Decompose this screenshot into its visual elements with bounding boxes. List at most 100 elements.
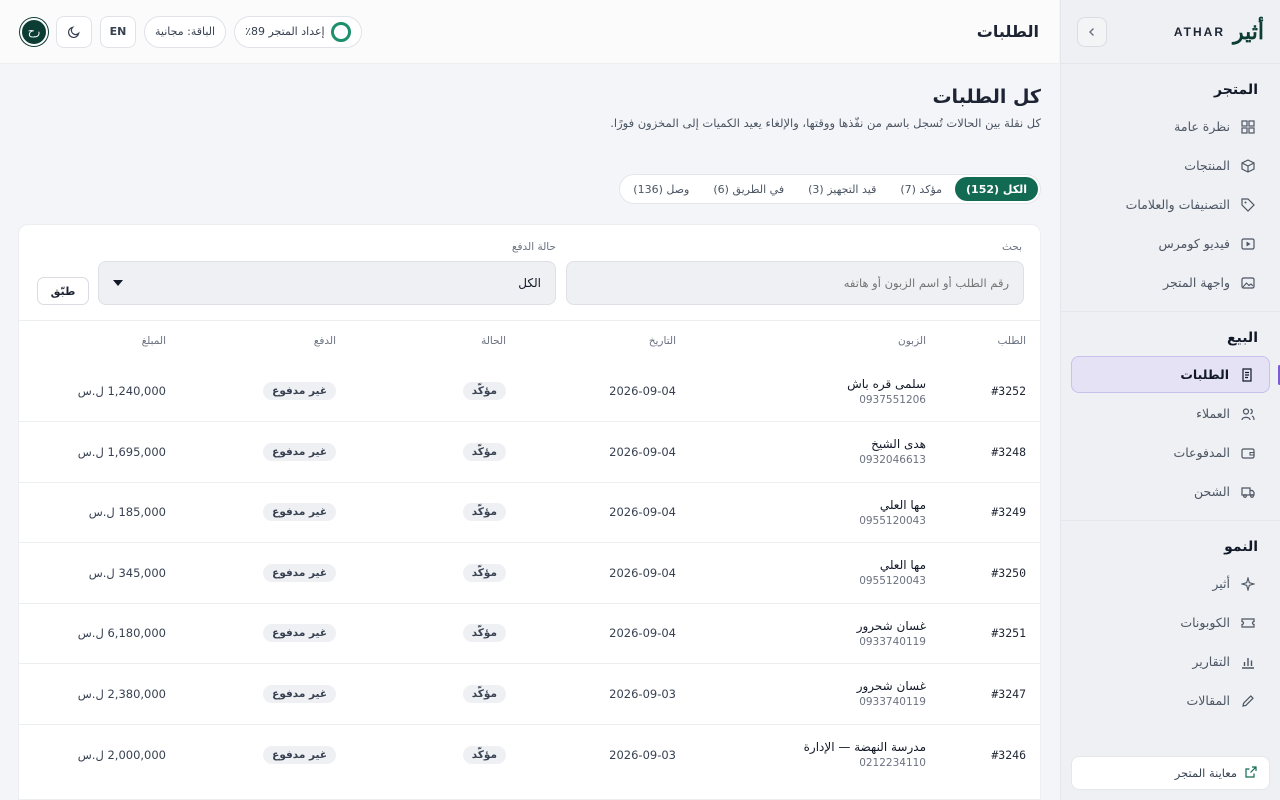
- customer-phone: 0955120043: [859, 575, 926, 588]
- plan-label: الباقة: مجانية: [155, 25, 216, 38]
- apply-filter-button[interactable]: طبّق: [37, 277, 89, 305]
- sidebar-item-athar-ai[interactable]: أثير: [1071, 565, 1270, 602]
- video-icon: [1240, 236, 1256, 252]
- tab-delivered[interactable]: وصل (136): [622, 177, 700, 201]
- customer-name: مدرسة النهضة — الإدارة: [803, 740, 926, 754]
- tab-preparing[interactable]: قيد التجهيز (3): [797, 177, 887, 201]
- sidebar-item-label: المدفوعات: [1173, 445, 1230, 460]
- box-icon: [1240, 158, 1256, 174]
- order-id[interactable]: #3246: [991, 748, 1026, 762]
- sidebar-item-storefront[interactable]: واجهة المتجر: [1071, 264, 1270, 301]
- store-setup-label: إعداد المتجر 89٪: [245, 25, 325, 38]
- order-date: 2026-09-04: [609, 384, 676, 398]
- status-tabs: الكل (152) مؤكد (7) قيد التجهيز (3) في ا…: [619, 174, 1041, 204]
- sidebar-item-categories[interactable]: التصنيفات والعلامات: [1071, 186, 1270, 223]
- payment-badge: غير مدفوع: [263, 624, 336, 643]
- customer-phone: 0933740119: [859, 696, 926, 709]
- sidebar-item-video-commerce[interactable]: فيديو كومرس: [1071, 225, 1270, 262]
- collapse-sidebar-button[interactable]: [1077, 16, 1107, 47]
- wallet-icon: [1240, 445, 1256, 461]
- sidebar-item-overview[interactable]: نظرة عامة: [1071, 108, 1270, 145]
- column-header-customer[interactable]: الزبون: [690, 321, 940, 361]
- sidebar-item-shipping[interactable]: الشحن: [1071, 473, 1270, 510]
- page-title: الطلبات: [976, 22, 1039, 41]
- user-avatar[interactable]: رح: [20, 17, 48, 46]
- preview-store-button[interactable]: معاينة المتجر: [1071, 756, 1270, 790]
- brand-logo[interactable]: أثير ATHAR: [1174, 19, 1264, 45]
- main-content: كل الطلبات كل نقلة بين الحالات تُسجل باس…: [0, 64, 1059, 800]
- sparkle-icon: [1240, 576, 1256, 592]
- sidebar-section-growth: النمو أثير الكوبونات التقارير المقالات: [1061, 520, 1280, 729]
- sidebar-item-label: التصنيفات والعلامات: [1125, 197, 1230, 212]
- search-input[interactable]: [581, 276, 1009, 290]
- order-id[interactable]: #3250: [991, 566, 1026, 580]
- order-date: 2026-09-03: [609, 686, 676, 701]
- sidebar-item-label: فيديو كومرس: [1158, 236, 1230, 251]
- language-toggle-button[interactable]: EN: [100, 15, 136, 48]
- column-header-date[interactable]: التاريخ: [520, 321, 690, 361]
- order-id[interactable]: #3247: [991, 687, 1026, 701]
- customer-phone: 0212234110: [859, 757, 926, 769]
- sidebar-item-payments[interactable]: المدفوعات: [1071, 434, 1270, 471]
- table-row[interactable]: #3247 غسان شحرور 0933740119 2026-09-03 مؤ…: [19, 663, 1040, 724]
- sidebar-item-label: أثير: [1212, 576, 1230, 591]
- column-header-status[interactable]: الحالة: [350, 321, 520, 361]
- moon-icon: [67, 26, 80, 38]
- receipt-icon: [1239, 367, 1255, 383]
- theme-toggle-button[interactable]: [56, 15, 92, 48]
- customer-phone: 0955120043: [859, 514, 926, 527]
- plan-badge[interactable]: الباقة: مجانية: [144, 15, 227, 48]
- sidebar-item-label: المنتجات: [1184, 158, 1230, 173]
- order-id[interactable]: #3251: [991, 626, 1026, 640]
- sidebar-item-label: نظرة عامة: [1174, 119, 1230, 134]
- column-header-amount[interactable]: المبلغ: [19, 321, 180, 361]
- tab-all[interactable]: الكل (152): [955, 177, 1038, 201]
- table-row[interactable]: #3252 سلمى قره باش 0937551206 2026-09-04 …: [19, 361, 1040, 422]
- sidebar-header: أثير ATHAR: [1061, 0, 1280, 64]
- store-setup-progress[interactable]: إعداد المتجر 89٪: [234, 15, 362, 48]
- page-heading: كل الطلبات: [932, 86, 1041, 108]
- sidebar-item-coupons[interactable]: الكوبونات: [1071, 604, 1270, 641]
- sidebar-item-customers[interactable]: العملاء: [1071, 395, 1270, 432]
- status-badge: مؤكّد: [462, 503, 506, 522]
- order-id[interactable]: #3248: [991, 445, 1026, 459]
- table-row[interactable]: #3248 هدى الشيخ 0932046613 2026-09-04 مؤك…: [19, 421, 1040, 482]
- sidebar-item-label: الشحن: [1193, 484, 1230, 499]
- order-id[interactable]: #3252: [991, 384, 1026, 398]
- sidebar-item-orders[interactable]: الطلبات: [1071, 356, 1280, 393]
- table-row[interactable]: #3250 مها العلي 0955120043 2026-09-04 مؤك…: [19, 542, 1040, 603]
- tab-confirmed[interactable]: مؤكد (7): [889, 177, 953, 201]
- sidebar-item-products[interactable]: المنتجات: [1071, 147, 1270, 184]
- column-header-payment[interactable]: الدفع: [180, 321, 350, 361]
- customer-phone: 0937551206: [859, 393, 926, 406]
- users-icon: [1240, 406, 1256, 422]
- ticket-icon: [1240, 615, 1256, 631]
- customer-name: مها العلي: [879, 497, 926, 512]
- sidebar-item-label: العملاء: [1196, 406, 1230, 421]
- payment-badge: غير مدفوع: [263, 503, 336, 522]
- sidebar-item-articles[interactable]: المقالات: [1071, 682, 1270, 719]
- pencil-icon: [1240, 693, 1256, 709]
- sidebar-item-label: واجهة المتجر: [1163, 275, 1230, 290]
- status-badge: مؤكّد: [462, 563, 506, 582]
- sidebar-item-reports[interactable]: التقارير: [1071, 643, 1270, 680]
- table-row[interactable]: #3249 مها العلي 0955120043 2026-09-04 مؤك…: [19, 481, 1040, 543]
- payment-status-label: حالة الدفع: [511, 241, 556, 253]
- topbar: الطلبات إعداد المتجر 89٪ الباقة: مجانية …: [0, 0, 1059, 64]
- page-subtitle: كل نقلة بين الحالات تُسجل باسم من نفّذها…: [610, 116, 1041, 130]
- chevron-left-icon: [1089, 27, 1094, 36]
- sidebar-item-label: الكوبونات: [1180, 615, 1230, 630]
- tab-in-transit[interactable]: في الطريق (6): [702, 177, 795, 201]
- topbar-actions: إعداد المتجر 89٪ الباقة: مجانية EN رح: [20, 15, 362, 48]
- table-row[interactable]: #3251 غسان شحرور 0933740119 2026-09-04 مؤ…: [19, 602, 1040, 664]
- sidebar-section-title: النمو: [1224, 539, 1258, 555]
- column-header-order[interactable]: الطلب: [940, 321, 1040, 361]
- sidebar-item-label: المقالات: [1186, 693, 1230, 708]
- customer-name: غسان شحرور: [856, 618, 926, 633]
- order-id[interactable]: #3249: [991, 505, 1026, 519]
- table-row[interactable]: #3246 مدرسة النهضة — الإدارة 0212234110 2…: [19, 723, 1040, 785]
- sidebar-section-sales: البيع الطلبات العملاء المدفوعات الشحن: [1061, 311, 1280, 520]
- payment-status-select[interactable]: الكل: [98, 261, 556, 305]
- order-date: 2026-09-04: [609, 505, 676, 520]
- sidebar-item-label: التقارير: [1192, 654, 1230, 669]
